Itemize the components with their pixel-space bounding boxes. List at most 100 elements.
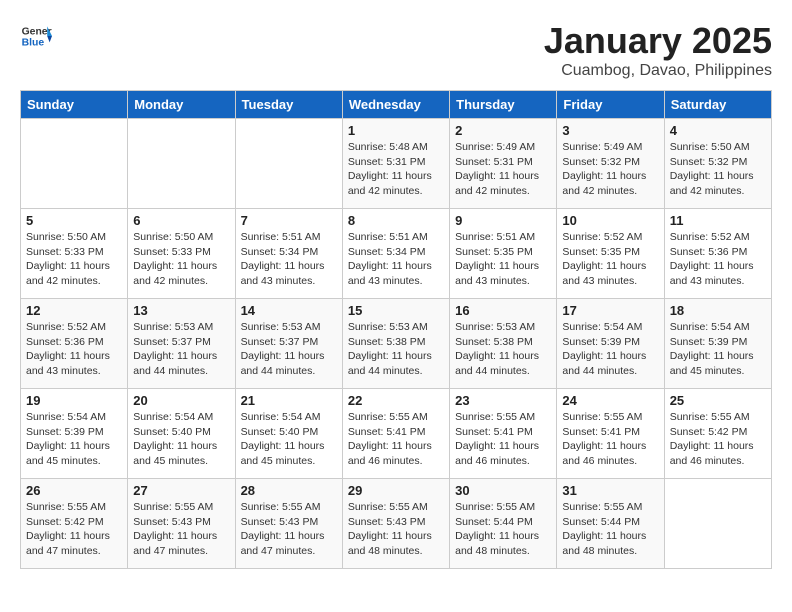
calendar-cell: 3 Sunrise: 5:49 AM Sunset: 5:32 PM Daylig… [557, 119, 664, 209]
day-info: Sunrise: 5:53 AM Sunset: 5:37 PM Dayligh… [241, 320, 337, 379]
header-day-wednesday: Wednesday [342, 91, 449, 119]
calendar-cell [128, 119, 235, 209]
calendar-cell: 2 Sunrise: 5:49 AM Sunset: 5:31 PM Daylig… [450, 119, 557, 209]
day-info: Sunrise: 5:54 AM Sunset: 5:39 PM Dayligh… [26, 410, 122, 469]
calendar-cell [235, 119, 342, 209]
day-info: Sunrise: 5:55 AM Sunset: 5:43 PM Dayligh… [348, 500, 444, 559]
calendar-cell: 27 Sunrise: 5:55 AM Sunset: 5:43 PM Dayli… [128, 479, 235, 569]
calendar-cell: 22 Sunrise: 5:55 AM Sunset: 5:41 PM Dayli… [342, 389, 449, 479]
calendar-cell: 19 Sunrise: 5:54 AM Sunset: 5:39 PM Dayli… [21, 389, 128, 479]
calendar-cell: 14 Sunrise: 5:53 AM Sunset: 5:37 PM Dayli… [235, 299, 342, 389]
day-info: Sunrise: 5:53 AM Sunset: 5:38 PM Dayligh… [348, 320, 444, 379]
day-number: 9 [455, 213, 551, 228]
calendar-week-row: 1 Sunrise: 5:48 AM Sunset: 5:31 PM Daylig… [21, 119, 772, 209]
day-info: Sunrise: 5:52 AM Sunset: 5:35 PM Dayligh… [562, 230, 658, 289]
calendar-table: SundayMondayTuesdayWednesdayThursdayFrid… [20, 90, 772, 569]
day-info: Sunrise: 5:54 AM Sunset: 5:39 PM Dayligh… [562, 320, 658, 379]
day-number: 28 [241, 483, 337, 498]
calendar-cell: 20 Sunrise: 5:54 AM Sunset: 5:40 PM Dayli… [128, 389, 235, 479]
header-day-sunday: Sunday [21, 91, 128, 119]
calendar-cell: 26 Sunrise: 5:55 AM Sunset: 5:42 PM Dayli… [21, 479, 128, 569]
day-number: 31 [562, 483, 658, 498]
calendar-cell: 11 Sunrise: 5:52 AM Sunset: 5:36 PM Dayli… [664, 209, 771, 299]
day-number: 20 [133, 393, 229, 408]
calendar-cell: 31 Sunrise: 5:55 AM Sunset: 5:44 PM Dayli… [557, 479, 664, 569]
day-number: 1 [348, 123, 444, 138]
day-info: Sunrise: 5:54 AM Sunset: 5:40 PM Dayligh… [133, 410, 229, 469]
day-number: 21 [241, 393, 337, 408]
calendar-cell: 7Sunrise: 5:51 AM Sunset: 5:34 PM Daylig… [235, 209, 342, 299]
calendar-cell: 23Sunrise: 5:55 AM Sunset: 5:41 PM Dayli… [450, 389, 557, 479]
day-number: 18 [670, 303, 766, 318]
day-info: Sunrise: 5:55 AM Sunset: 5:41 PM Dayligh… [562, 410, 658, 469]
day-info: Sunrise: 5:50 AM Sunset: 5:33 PM Dayligh… [133, 230, 229, 289]
day-info: Sunrise: 5:54 AM Sunset: 5:39 PM Dayligh… [670, 320, 766, 379]
day-info: Sunrise: 5:51 AM Sunset: 5:34 PM Dayligh… [348, 230, 444, 289]
day-number: 6 [133, 213, 229, 228]
day-info: Sunrise: 5:55 AM Sunset: 5:42 PM Dayligh… [26, 500, 122, 559]
day-info: Sunrise: 5:55 AM Sunset: 5:44 PM Dayligh… [562, 500, 658, 559]
day-number: 19 [26, 393, 122, 408]
calendar-cell: 1 Sunrise: 5:48 AM Sunset: 5:31 PM Daylig… [342, 119, 449, 209]
calendar-week-row: 5 Sunrise: 5:50 AM Sunset: 5:33 PM Daylig… [21, 209, 772, 299]
day-number: 16 [455, 303, 551, 318]
day-info: Sunrise: 5:55 AM Sunset: 5:42 PM Dayligh… [670, 410, 766, 469]
svg-text:Blue: Blue [22, 38, 45, 49]
day-number: 14 [241, 303, 337, 318]
calendar-cell: 30Sunrise: 5:55 AM Sunset: 5:44 PM Dayli… [450, 479, 557, 569]
day-number: 22 [348, 393, 444, 408]
day-info: Sunrise: 5:55 AM Sunset: 5:41 PM Dayligh… [455, 410, 551, 469]
day-info: Sunrise: 5:52 AM Sunset: 5:36 PM Dayligh… [670, 230, 766, 289]
day-number: 25 [670, 393, 766, 408]
day-number: 27 [133, 483, 229, 498]
header-day-tuesday: Tuesday [235, 91, 342, 119]
day-number: 26 [26, 483, 122, 498]
day-number: 29 [348, 483, 444, 498]
header-day-saturday: Saturday [664, 91, 771, 119]
calendar-body: 1 Sunrise: 5:48 AM Sunset: 5:31 PM Daylig… [21, 119, 772, 569]
day-number: 8 [348, 213, 444, 228]
title-area: January 2025 Cuambog, Davao, Philippines [544, 20, 772, 80]
day-number: 5 [26, 213, 122, 228]
day-info: Sunrise: 5:53 AM Sunset: 5:38 PM Dayligh… [455, 320, 551, 379]
day-info: Sunrise: 5:48 AM Sunset: 5:31 PM Dayligh… [348, 140, 444, 199]
day-info: Sunrise: 5:55 AM Sunset: 5:44 PM Dayligh… [455, 500, 551, 559]
day-info: Sunrise: 5:49 AM Sunset: 5:31 PM Dayligh… [455, 140, 551, 199]
day-info: Sunrise: 5:51 AM Sunset: 5:35 PM Dayligh… [455, 230, 551, 289]
day-number: 11 [670, 213, 766, 228]
calendar-cell: 25 Sunrise: 5:55 AM Sunset: 5:42 PM Dayli… [664, 389, 771, 479]
calendar-cell: 28 Sunrise: 5:55 AM Sunset: 5:43 PM Dayli… [235, 479, 342, 569]
day-info: Sunrise: 5:51 AM Sunset: 5:34 PM Dayligh… [241, 230, 337, 289]
header-day-thursday: Thursday [450, 91, 557, 119]
calendar-cell: 13 Sunrise: 5:53 AM Sunset: 5:37 PM Dayli… [128, 299, 235, 389]
header-day-monday: Monday [128, 91, 235, 119]
day-number: 3 [562, 123, 658, 138]
calendar-cell: 9 Sunrise: 5:51 AM Sunset: 5:35 PM Daylig… [450, 209, 557, 299]
day-number: 2 [455, 123, 551, 138]
day-info: Sunrise: 5:50 AM Sunset: 5:33 PM Dayligh… [26, 230, 122, 289]
header-day-friday: Friday [557, 91, 664, 119]
calendar-cell: 21Sunrise: 5:54 AM Sunset: 5:40 PM Dayli… [235, 389, 342, 479]
calendar-cell: 5 Sunrise: 5:50 AM Sunset: 5:33 PM Daylig… [21, 209, 128, 299]
calendar-cell: 6 Sunrise: 5:50 AM Sunset: 5:33 PM Daylig… [128, 209, 235, 299]
calendar-cell: 17Sunrise: 5:54 AM Sunset: 5:39 PM Dayli… [557, 299, 664, 389]
day-info: Sunrise: 5:55 AM Sunset: 5:41 PM Dayligh… [348, 410, 444, 469]
day-info: Sunrise: 5:55 AM Sunset: 5:43 PM Dayligh… [133, 500, 229, 559]
day-info: Sunrise: 5:55 AM Sunset: 5:43 PM Dayligh… [241, 500, 337, 559]
day-info: Sunrise: 5:49 AM Sunset: 5:32 PM Dayligh… [562, 140, 658, 199]
day-number: 10 [562, 213, 658, 228]
calendar-cell: 15Sunrise: 5:53 AM Sunset: 5:38 PM Dayli… [342, 299, 449, 389]
calendar-cell: 12 Sunrise: 5:52 AM Sunset: 5:36 PM Dayli… [21, 299, 128, 389]
day-number: 13 [133, 303, 229, 318]
day-info: Sunrise: 5:52 AM Sunset: 5:36 PM Dayligh… [26, 320, 122, 379]
calendar-cell: 29 Sunrise: 5:55 AM Sunset: 5:43 PM Dayli… [342, 479, 449, 569]
day-number: 12 [26, 303, 122, 318]
calendar-cell: 24Sunrise: 5:55 AM Sunset: 5:41 PM Dayli… [557, 389, 664, 479]
logo: General Blue [20, 20, 52, 52]
month-title: January 2025 [544, 20, 772, 62]
calendar-cell: 8 Sunrise: 5:51 AM Sunset: 5:34 PM Daylig… [342, 209, 449, 299]
calendar-cell: 10 Sunrise: 5:52 AM Sunset: 5:35 PM Dayli… [557, 209, 664, 299]
day-number: 4 [670, 123, 766, 138]
calendar-cell: 16 Sunrise: 5:53 AM Sunset: 5:38 PM Dayli… [450, 299, 557, 389]
day-info: Sunrise: 5:53 AM Sunset: 5:37 PM Dayligh… [133, 320, 229, 379]
